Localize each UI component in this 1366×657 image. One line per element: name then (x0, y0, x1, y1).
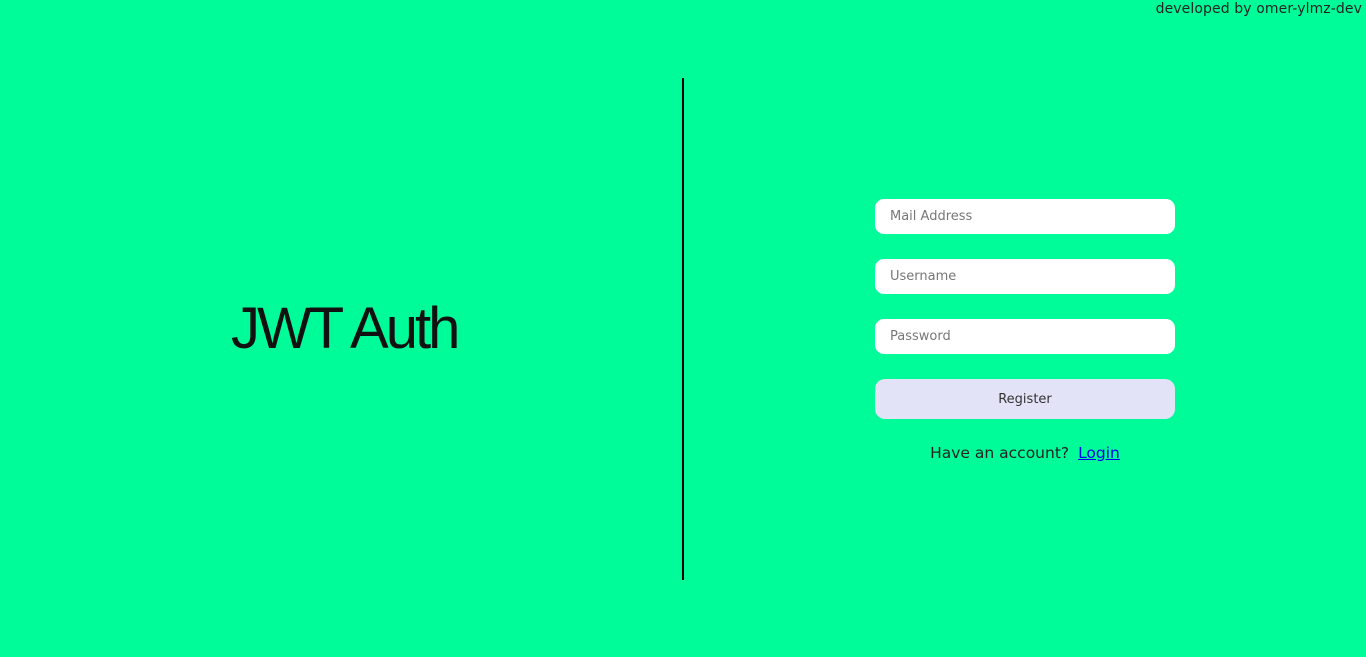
login-prompt: Have an account? Login (875, 444, 1175, 462)
have-account-text: Have an account? (930, 444, 1070, 462)
email-field[interactable] (875, 199, 1175, 234)
developer-credit: developed by omer-ylmz-dev (1155, 1, 1362, 17)
app-title: JWT Auth (231, 296, 460, 361)
register-button[interactable]: Register (875, 379, 1175, 419)
username-field[interactable] (875, 259, 1175, 294)
login-link[interactable]: Login (1078, 444, 1120, 462)
vertical-divider (682, 78, 684, 580)
password-field[interactable] (875, 319, 1175, 354)
register-form: Register Have an account? Login (875, 199, 1175, 462)
